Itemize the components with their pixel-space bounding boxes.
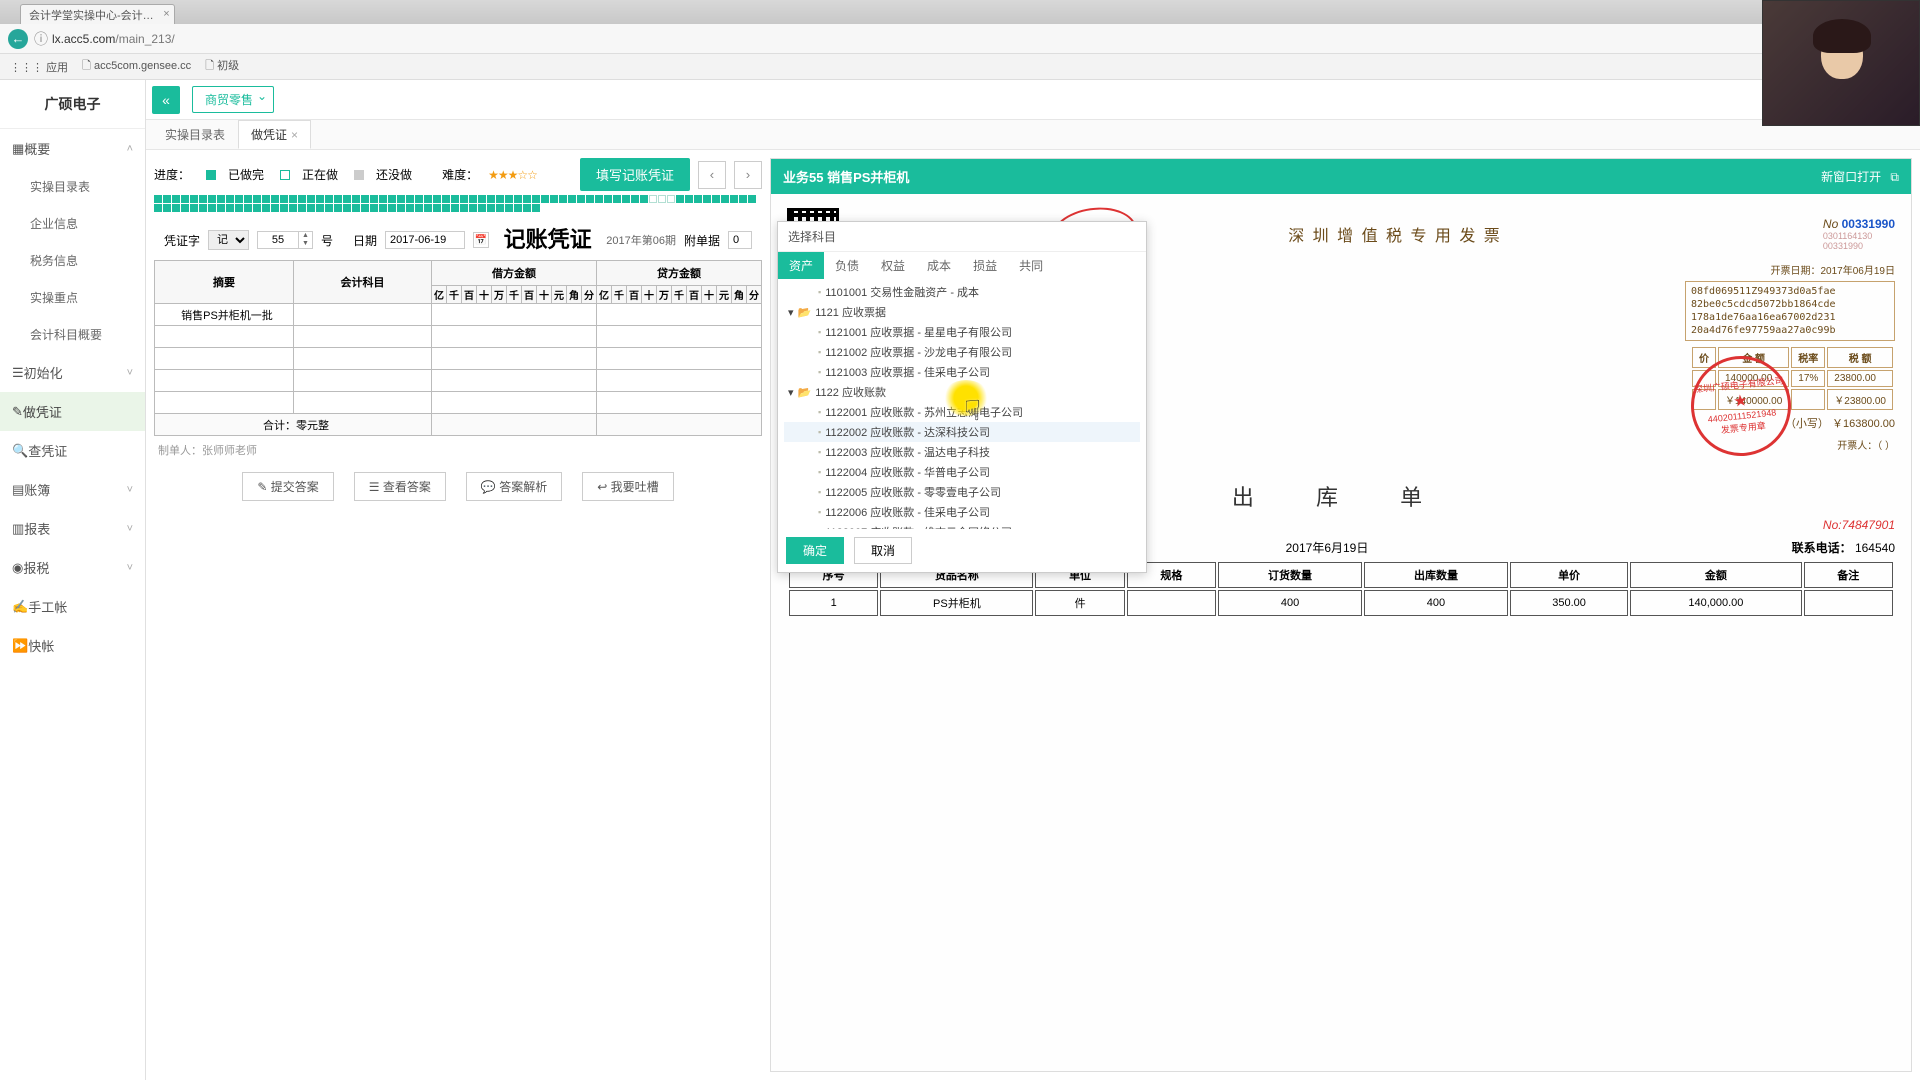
collapse-sidebar-button[interactable]: « <box>152 86 180 114</box>
prev-button[interactable]: ‹ <box>698 161 726 189</box>
tree-item[interactable]: ▾📂 1122 应收账款 <box>784 382 1140 402</box>
tree-item[interactable]: ▪ 1122001 应收账款 - 苏州立志涛电子公司 <box>784 402 1140 422</box>
bookmark-item[interactable]: 🗋 acc5com.gensee.cc <box>82 57 191 76</box>
tree-item[interactable]: ▪ 1121001 应收票据 - 星星电子有限公司 <box>784 322 1140 342</box>
sidebar-sub-tax[interactable]: 税务信息 <box>0 242 145 279</box>
picker-tabs: 资产 负债 权益 成本 损益 共同 <box>778 252 1146 279</box>
summary-cell[interactable]: 销售PS并柜机一批 <box>155 304 294 326</box>
apps-shortcut[interactable]: ⋮⋮⋮ 应用 <box>10 59 68 75</box>
invoice-no: No 00331990 030116413000331990 <box>1823 217 1895 251</box>
sidebar-item-quick[interactable]: ⏩ 快帐 <box>0 626 145 665</box>
business-detail-panel: 业务55 销售PS并柜机 新窗口打开 ⧉ 发票联 0301164130 深 圳 … <box>770 158 1912 1072</box>
tab-make-voucher[interactable]: 做凭证× <box>238 120 311 149</box>
tree-item[interactable]: ▪ 1122006 应收账款 - 佳采电子公司 <box>784 502 1140 522</box>
site-info-icon[interactable]: ⓘ <box>34 29 48 49</box>
tree-item[interactable]: ▪ 1121002 应收票据 - 沙龙电子有限公司 <box>784 342 1140 362</box>
picker-tab-pl[interactable]: 损益 <box>962 252 1008 279</box>
progress-grid <box>154 195 762 212</box>
voucher-title: 记账凭证 <box>497 222 598 254</box>
page-tabs: 实操目录表 做凭证× <box>146 120 1920 150</box>
open-new-window-button[interactable]: 新窗口打开 ⧉ <box>1821 168 1899 185</box>
tree-item[interactable]: ▪ 1122004 应收账款 - 华普电子公司 <box>784 462 1140 482</box>
sidebar-sub-company[interactable]: 企业信息 <box>0 205 145 242</box>
company-title: 广硕电子 <box>0 80 145 129</box>
biz-header: 业务55 销售PS并柜机 新窗口打开 ⧉ <box>771 159 1911 194</box>
bookmark-item[interactable]: 🗋 初级 <box>205 57 239 76</box>
sidebar-item-make-voucher[interactable]: ✎ 做凭证 <box>0 392 145 431</box>
view-answer-button[interactable]: ☰ 查看答案 <box>354 472 446 501</box>
picker-title: 选择科目 <box>778 222 1146 252</box>
sidebar-item-report[interactable]: ▥ 报表˅ <box>0 509 145 548</box>
cancel-button[interactable]: 取消 <box>854 537 912 564</box>
tree-item[interactable]: ▪ 1122005 应收账款 - 零零壹电子公司 <box>784 482 1140 502</box>
progress-legend: 进度： 已做完 正在做 还没做 难度： ★★★☆☆ 填写记账凭证 ‹ › <box>154 158 762 191</box>
picker-tab-cost[interactable]: 成本 <box>916 252 962 279</box>
browser-tab-strip: 会计学堂实操中心-会计… × <box>0 0 1920 24</box>
sidebar: 广硕电子 ▦ 概要˄ 实操目录表 企业信息 税务信息 实操重点 会计科目概要 ☰… <box>0 80 146 1080</box>
tab-title: 会计学堂实操中心-会计… <box>29 10 154 22</box>
close-icon[interactable]: × <box>291 128 298 142</box>
voucher-word-select[interactable]: 记 <box>208 230 249 250</box>
total-cell: 合计：零元整 <box>155 414 432 436</box>
submit-answer-button[interactable]: ✎ 提交答案 <box>242 472 333 501</box>
bookmark-bar: ⋮⋮⋮ 应用 🗋 acc5com.gensee.cc 🗋 初级 <box>0 54 1920 80</box>
tree-item[interactable]: ▾📂 1121 应收票据 <box>784 302 1140 322</box>
url-display[interactable]: lx.acc5.com/main_213/ <box>52 32 175 46</box>
tree-item[interactable]: ▪ 1122007 应收账款 - 维志云企网络公司 <box>784 522 1140 529</box>
voucher-date-input[interactable] <box>385 231 465 249</box>
difficulty-stars: ★★★☆☆ <box>488 168 537 182</box>
confirm-button[interactable]: 确定 <box>786 537 844 564</box>
chevron-up-icon: ˄ <box>127 143 133 155</box>
voucher-table: 摘要 会计科目 借方金额 贷方金额 亿千百十万千百十元角分亿千百十万千百十元角分… <box>154 260 762 436</box>
sidebar-item-overview[interactable]: ▦ 概要˄ <box>0 129 145 168</box>
chevron-down-icon: ˅ <box>127 484 133 496</box>
maker-info: 制单人：张师师老师 <box>154 442 762 458</box>
sidebar-item-manual[interactable]: ✍ 手工帐 <box>0 587 145 626</box>
picker-tab-equity[interactable]: 权益 <box>870 252 916 279</box>
subject-cell[interactable] <box>293 304 431 326</box>
subject-tree[interactable]: ▪ 1101001 交易性金融资产 - 成本▾📂 1121 应收票据▪ 1121… <box>778 279 1146 529</box>
tree-item[interactable]: ▪ 1122002 应收账款 - 达深科技公司 <box>784 422 1140 442</box>
sidebar-item-taxfile[interactable]: ◉ 报税˅ <box>0 548 145 587</box>
browser-tab[interactable]: 会计学堂实操中心-会计… × <box>20 4 175 24</box>
explain-answer-button[interactable]: 💬 答案解析 <box>466 472 562 501</box>
tree-item[interactable]: ▪ 1122003 应收账款 - 温达电子科技 <box>784 442 1140 462</box>
sidebar-sub-keypoints[interactable]: 实操重点 <box>0 279 145 316</box>
sidebar-sub-subjects[interactable]: 会计科目概要 <box>0 316 145 353</box>
fill-voucher-button[interactable]: 填写记账凭证 <box>580 158 690 191</box>
picker-tab-common[interactable]: 共同 <box>1008 252 1054 279</box>
voucher-header-form: 凭证字 记 ▲▼ 号 日期 📅 记账凭证 2017年第06期 附单据 <box>154 220 762 260</box>
chevron-down-icon: ˅ <box>127 523 133 535</box>
top-bar: « 商贸零售 张师师老师 (SVIP会员) <box>146 80 1920 120</box>
tab-catalog[interactable]: 实操目录表 <box>152 120 238 149</box>
tree-item[interactable]: ▪ 1101001 交易性金融资产 - 成本 <box>784 282 1140 302</box>
feedback-button[interactable]: ↩ 我要吐槽 <box>582 472 673 501</box>
voucher-number-input[interactable] <box>258 232 298 248</box>
sidebar-item-init[interactable]: ☰ 初始化˅ <box>0 353 145 392</box>
sidebar-item-query-voucher[interactable]: 🔍 查凭证 <box>0 431 145 470</box>
next-button[interactable]: › <box>734 161 762 189</box>
back-icon[interactable]: ← <box>8 29 28 49</box>
address-bar: ← ⓘ lx.acc5.com/main_213/ <box>0 24 1920 54</box>
business-type-select[interactable]: 商贸零售 <box>192 86 274 113</box>
delivery-no: No:74847901 <box>1823 518 1895 535</box>
sidebar-sub-catalog[interactable]: 实操目录表 <box>0 168 145 205</box>
picker-tab-liability[interactable]: 负债 <box>824 252 870 279</box>
close-icon[interactable]: × <box>163 8 169 20</box>
webcam-overlay <box>1762 0 1920 126</box>
spinner-down-icon[interactable]: ▼ <box>299 240 312 248</box>
spinner-up-icon[interactable]: ▲ <box>299 232 312 240</box>
calendar-icon[interactable]: 📅 <box>473 232 489 248</box>
chevron-down-icon: ˅ <box>127 562 133 574</box>
chevron-down-icon: ˅ <box>127 367 133 379</box>
sidebar-item-ledger[interactable]: ▤ 账簿˅ <box>0 470 145 509</box>
picker-tab-asset[interactable]: 资产 <box>778 252 824 279</box>
attach-count-input[interactable] <box>728 231 752 249</box>
subject-picker-dialog: 选择科目 资产 负债 权益 成本 损益 共同 ▪ 1101001 交易性金融资产… <box>777 221 1147 573</box>
tree-item[interactable]: ▪ 1121003 应收票据 - 佳采电子公司 <box>784 362 1140 382</box>
invoice-hash: 08fd069511Z949373d0a5fae 82be0c5cdcd5072… <box>1685 281 1895 341</box>
